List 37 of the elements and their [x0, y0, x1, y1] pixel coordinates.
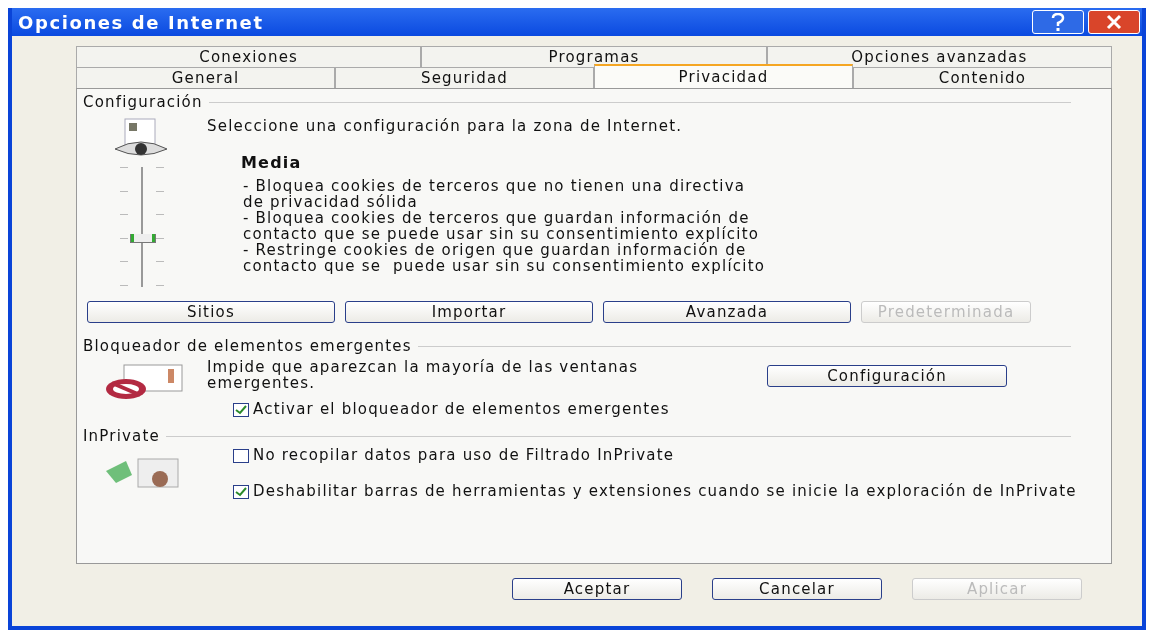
- checkbox[interactable]: [233, 485, 249, 499]
- help-icon: [1051, 13, 1065, 31]
- dialog-button[interactable]: Cancelar: [712, 578, 882, 600]
- group-title: Configuración: [83, 93, 203, 111]
- dialog-button[interactable]: Aceptar: [512, 578, 682, 600]
- detail-line: contacto que se puede usar sin su consentimiento explícito: [243, 258, 766, 274]
- group-title: Bloqueador de elementos emergentes: [83, 337, 412, 355]
- tab[interactable]: Programas: [421, 46, 767, 67]
- detail-line: de privacidad sólida: [243, 194, 418, 210]
- close-button[interactable]: [1088, 10, 1140, 34]
- description: Seleccione una configuración para la zona de Internet.: [207, 117, 684, 135]
- description: Impide que aparezcan la mayoría de las ventanas emergentes.: [207, 359, 640, 391]
- tab[interactable]: Conexiones: [76, 46, 422, 67]
- detail-line: - Bloquea cookies de terceros que no tienen una directiva: [243, 178, 747, 194]
- checkbox-label[interactable]: Deshabilitar barras de herramientas y extensiones cuando se inicie la exploración de InPrivate: [253, 483, 1077, 499]
- checkbox[interactable]: [233, 449, 249, 463]
- tab[interactable]: General: [76, 67, 335, 88]
- close-icon: [1106, 14, 1122, 30]
- settings-button[interactable]: Importar: [345, 301, 593, 323]
- tab[interactable]: Privacidad: [594, 64, 853, 88]
- detail-line: - Restringe cookies de origen que guardan información de: [243, 242, 747, 258]
- tab[interactable]: Contenido: [853, 67, 1112, 88]
- detail-line: - Bloquea cookies de terceros que guardan información de: [243, 210, 750, 226]
- help-button[interactable]: [1032, 10, 1084, 34]
- popup-settings-button[interactable]: Configuración: [767, 365, 1007, 387]
- detail-line: contacto que se puede usar sin su consentimiento explícito: [243, 226, 761, 242]
- tab[interactable]: Seguridad: [335, 67, 594, 88]
- checkbox-label[interactable]: Activar el bloqueador de elementos emergentes: [253, 401, 670, 417]
- window-title: Opciones de Internet: [18, 11, 264, 33]
- checkbox[interactable]: [233, 403, 249, 417]
- checkbox-label[interactable]: No recopilar datos para uso de Filtrado InPrivate: [253, 447, 675, 463]
- settings-button[interactable]: Sitios: [87, 301, 335, 323]
- group-title: InPrivate: [83, 427, 161, 445]
- level-name: Media: [241, 153, 303, 172]
- tab[interactable]: Opciones avanzadas: [766, 46, 1112, 67]
- slider-thumb[interactable]: [130, 233, 156, 243]
- settings-button[interactable]: Avanzada: [603, 301, 851, 323]
